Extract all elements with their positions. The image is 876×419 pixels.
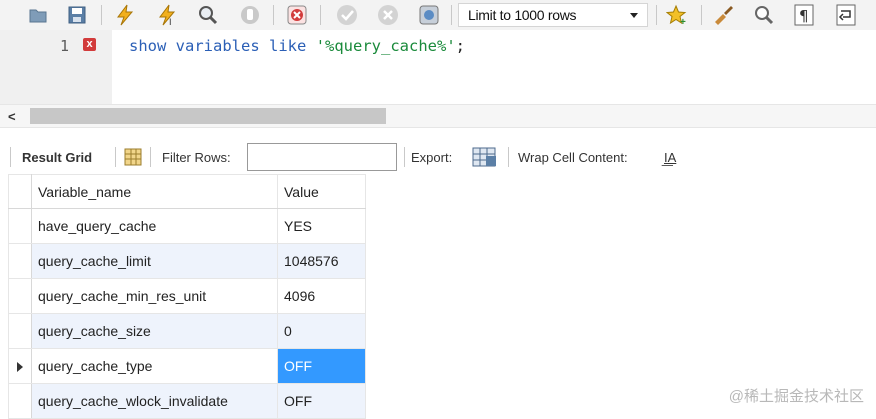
toolbar-separator [508, 147, 509, 167]
execute-icon[interactable] [113, 3, 137, 27]
toolbar-separator [273, 5, 274, 25]
stop-icon[interactable] [238, 3, 262, 27]
cell-value[interactable]: 0 [277, 313, 366, 349]
row-header[interactable] [8, 243, 32, 279]
beautify-icon[interactable] [711, 3, 735, 27]
cell-variable-name[interactable]: query_cache_wlock_invalidate [31, 383, 278, 419]
filter-rows-label: Filter Rows: [162, 150, 231, 165]
cell-variable-name[interactable]: have_query_cache [31, 208, 278, 244]
table-row[interactable]: query_cache_wlock_invalidate OFF [8, 383, 366, 419]
row-header-corner [8, 174, 32, 209]
wrap-cell-content-label: Wrap Cell Content: [518, 150, 628, 165]
main-toolbar: I Limit to 1000 rows + ¶ [0, 0, 876, 31]
editor-gutter: 1 x [0, 30, 112, 104]
cell-value[interactable]: 1048576 [277, 243, 366, 279]
autocommit-icon[interactable] [417, 3, 441, 27]
error-marker-icon[interactable]: x [83, 38, 96, 51]
column-header-value[interactable]: Value [277, 174, 366, 209]
watermark: @稀土掘金技术社区 [728, 388, 864, 405]
keyword-like: like [269, 37, 307, 55]
table-row[interactable]: query_cache_limit 1048576 [8, 243, 366, 279]
export-icon[interactable] [472, 146, 498, 171]
row-header[interactable] [8, 348, 32, 384]
table-row-selected[interactable]: query_cache_type OFF [8, 348, 366, 384]
scrollbar-thumb[interactable] [30, 108, 386, 124]
row-header[interactable] [8, 313, 32, 349]
chevron-down-icon [630, 13, 638, 18]
limit-rows-select[interactable]: Limit to 1000 rows [458, 3, 648, 27]
result-grid-tab[interactable]: Result Grid [22, 150, 92, 165]
execute-selection-icon[interactable]: I [155, 3, 179, 27]
table-row[interactable]: have_query_cache YES [8, 208, 366, 244]
toolbar-separator [451, 5, 452, 25]
cell-value[interactable]: OFF [277, 383, 366, 419]
sql-editor[interactable]: 1 x show variables like '%query_cache%'; [0, 30, 876, 104]
explain-icon[interactable] [196, 3, 220, 27]
rollback-icon[interactable] [376, 3, 400, 27]
invisible-chars-icon[interactable]: ¶ [792, 3, 816, 27]
toolbar-separator [10, 147, 11, 167]
filter-rows-input[interactable] [247, 143, 397, 171]
wrap-cell-content-icon[interactable]: I͟A [664, 150, 676, 165]
result-toolbar: Result Grid Filter Rows: Export: Wrap Ce… [0, 142, 876, 172]
keyword-variables: variables [175, 37, 260, 55]
limit-rows-label: Limit to 1000 rows [468, 7, 577, 23]
svg-text:I: I [169, 17, 172, 26]
toolbar-separator [150, 147, 151, 167]
toggle-error-icon[interactable] [285, 3, 309, 27]
cell-variable-name[interactable]: query_cache_size [31, 313, 278, 349]
keyword-show: show [129, 37, 167, 55]
sql-statement[interactable]: show variables like '%query_cache%'; [129, 37, 465, 55]
open-folder-icon[interactable] [26, 3, 50, 27]
cell-value[interactable]: 4096 [277, 278, 366, 314]
string-literal: '%query_cache%' [315, 37, 456, 55]
toolbar-separator [320, 5, 321, 25]
row-header[interactable] [8, 383, 32, 419]
wrap-lines-icon[interactable] [834, 3, 858, 27]
result-grid[interactable]: Variable_name Value have_query_cache YES… [8, 174, 366, 419]
toolbar-separator [656, 5, 657, 25]
table-row[interactable]: query_cache_min_res_unit 4096 [8, 278, 366, 314]
commit-icon[interactable] [335, 3, 359, 27]
grid-view-icon[interactable] [124, 148, 142, 169]
statement-terminator: ; [455, 37, 466, 55]
table-row[interactable]: query_cache_size 0 [8, 313, 366, 349]
column-header-variable-name[interactable]: Variable_name [31, 174, 278, 209]
find-icon[interactable] [752, 3, 776, 27]
cell-variable-name[interactable]: query_cache_min_res_unit [31, 278, 278, 314]
current-row-pointer-icon [17, 362, 23, 372]
toolbar-separator [101, 5, 102, 25]
toolbar-separator [701, 5, 702, 25]
cell-value-selected[interactable]: OFF [277, 348, 366, 384]
header-row: Variable_name Value [8, 174, 366, 209]
cell-variable-name[interactable]: query_cache_limit [31, 243, 278, 279]
scroll-left-icon[interactable]: < [8, 109, 16, 124]
row-header[interactable] [8, 278, 32, 314]
export-label: Export: [411, 150, 453, 165]
editor-horizontal-scrollbar[interactable]: < [0, 104, 876, 128]
toolbar-separator [115, 147, 116, 167]
cell-value[interactable]: YES [277, 208, 366, 244]
cell-variable-name[interactable]: query_cache_type [31, 348, 278, 384]
bookmark-icon[interactable]: + [665, 3, 689, 27]
toolbar-separator [404, 147, 405, 167]
row-header[interactable] [8, 208, 32, 244]
result-table: Variable_name Value have_query_cache YES… [8, 174, 366, 419]
svg-text:¶: ¶ [799, 7, 809, 25]
line-number: 1 [60, 37, 70, 55]
save-icon[interactable] [65, 3, 89, 27]
svg-text:+: + [680, 17, 686, 26]
